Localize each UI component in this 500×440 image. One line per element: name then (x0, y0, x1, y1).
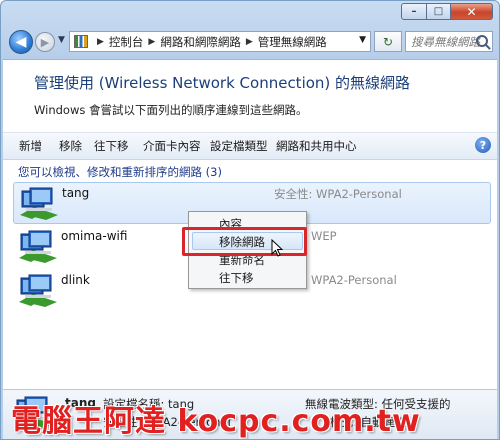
help-icon[interactable]: ? (475, 137, 491, 153)
maximize-button[interactable]: □ (427, 3, 451, 20)
recent-pages-dropdown-icon[interactable]: ▼ (58, 35, 65, 45)
search-input[interactable]: 搜尋無線網路 (405, 31, 493, 52)
breadcrumb-separator-icon[interactable]: ▶ (148, 37, 155, 47)
add-button[interactable]: 新增 (19, 138, 42, 154)
navigation-bar: ◀ ▶ ▼ ▶ 控制台 ▶ 網路和網際網路 ▶ 管理無線網路 ▼ ↻ 搜尋無線網… (1, 28, 499, 56)
wireless-network-icon (20, 187, 58, 220)
search-icon[interactable] (476, 35, 488, 47)
wireless-network-icon (19, 230, 57, 263)
window-controls: – □ ✕ (401, 3, 493, 20)
move-down-button[interactable]: 往下移 (94, 138, 129, 154)
network-name: tang (62, 186, 90, 200)
back-arrow-icon[interactable]: ◀ (9, 30, 33, 54)
network-security: WEP (311, 229, 337, 243)
breadcrumb-separator-icon[interactable]: ▶ (97, 37, 104, 47)
command-bar: 新增 移除 往下移 介面卡內容 設定檔類型 網路和共用中心 ? (3, 132, 497, 160)
remove-button[interactable]: 移除 (59, 138, 82, 154)
breadcrumb-item[interactable]: 管理無線網路 (258, 34, 327, 50)
minimize-button[interactable]: – (401, 3, 427, 20)
address-bar[interactable]: ▶ 控制台 ▶ 網路和網際網路 ▶ 管理無線網路 ▼ (69, 31, 371, 52)
mouse-cursor-icon (271, 239, 283, 257)
wireless-network-icon (19, 274, 57, 307)
annotation-highlight-box (182, 227, 307, 256)
control-panel-icon (74, 35, 88, 48)
close-button[interactable]: ✕ (451, 3, 493, 20)
search-placeholder: 搜尋無線網路 (411, 34, 480, 49)
menu-item-move-down[interactable]: 往下移 (219, 270, 254, 286)
network-security: WPA2-Personal (311, 273, 397, 287)
breadcrumb-item[interactable]: 控制台 (109, 34, 144, 50)
network-name: omima-wifi (61, 229, 128, 243)
breadcrumb-item[interactable]: 網路和網際網路 (160, 34, 241, 50)
network-sharing-center-button[interactable]: 網路和共用中心 (276, 138, 357, 154)
network-name: dlink (61, 273, 90, 287)
adapter-properties-button[interactable]: 介面卡內容 (143, 138, 201, 154)
profile-type-button[interactable]: 設定檔類型 (210, 138, 268, 154)
address-dropdown-icon[interactable]: ▼ (359, 35, 366, 45)
forward-arrow-icon[interactable]: ▶ (35, 32, 55, 52)
page-description: Windows 會嘗試以下面列出的順序連線到這些網路。 (34, 103, 308, 117)
network-security: 安全性: WPA2-Personal (274, 187, 402, 201)
group-header: 您可以檢視、修改和重新排序的網路 (3) (18, 164, 488, 183)
refresh-icon[interactable]: ↻ (374, 31, 402, 52)
watermark: 電腦王阿達 kocpc.com.tw (11, 404, 421, 439)
breadcrumb-separator-icon[interactable]: ▶ (246, 37, 253, 47)
window: – □ ✕ ◀ ▶ ▼ ▶ 控制台 ▶ 網路和網際網路 ▶ 管理無線網路 ▼ ↻… (0, 0, 500, 440)
page-title: 管理使用 (Wireless Network Connection) 的無線網路 (34, 74, 411, 92)
